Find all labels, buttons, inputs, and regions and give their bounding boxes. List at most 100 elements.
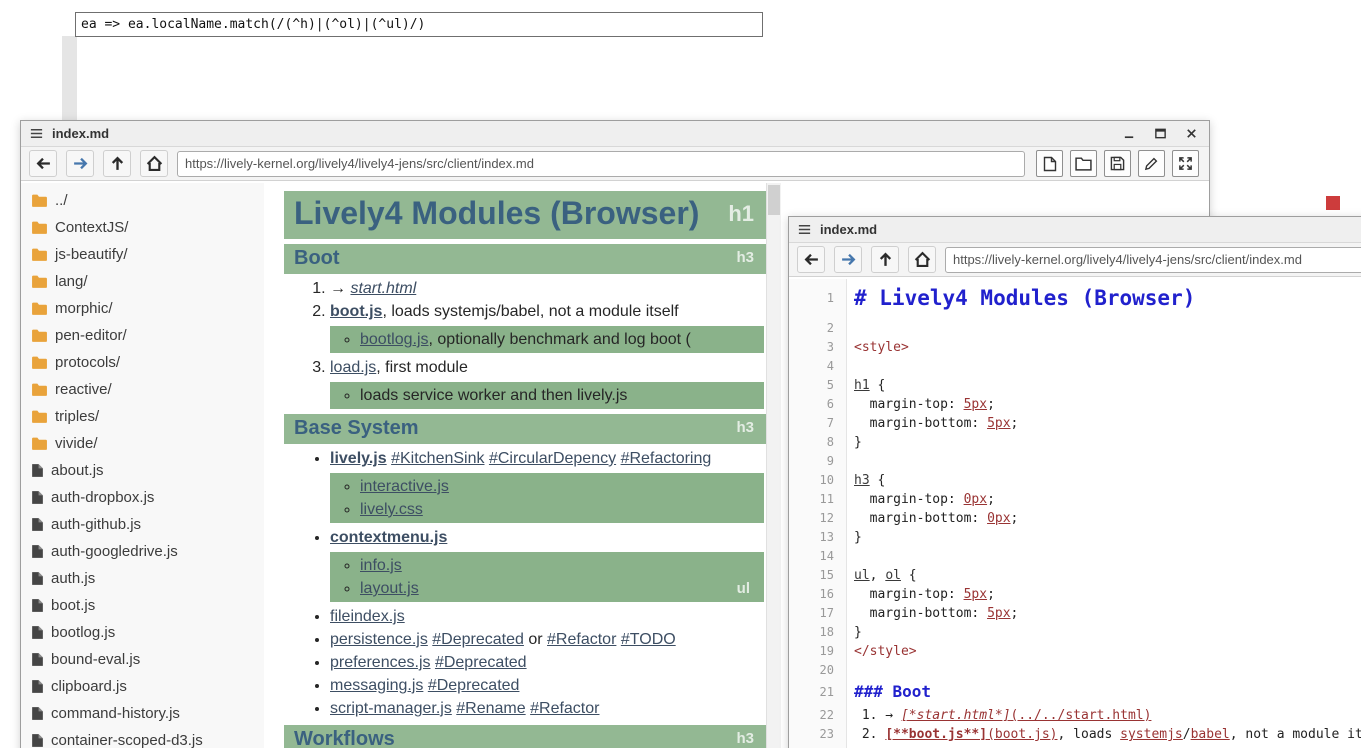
right-url-field[interactable]: https://lively-kernel.org/lively4/lively…	[945, 247, 1361, 273]
code-line[interactable]: 6 margin-top: 5px;	[789, 395, 1361, 414]
file-icon	[31, 463, 44, 478]
doc-link[interactable]: #Deprecated	[435, 654, 527, 671]
code-line[interactable]: 15ul, ol {	[789, 566, 1361, 585]
save-button[interactable]	[1104, 150, 1131, 177]
doc-link[interactable]: info.js	[360, 557, 402, 574]
doc-link[interactable]: persistence.js	[330, 631, 428, 648]
doc-link[interactable]: #Deprecated	[432, 631, 524, 648]
file-list-item[interactable]: bound-eval.js	[21, 646, 264, 673]
code-line[interactable]: 5h1 {	[789, 376, 1361, 395]
code-line[interactable]: 9	[789, 452, 1361, 471]
home-button[interactable]	[140, 150, 168, 177]
file-list-item[interactable]: triples/	[21, 403, 264, 430]
doc-link[interactable]: preferences.js	[330, 654, 431, 671]
code-line[interactable]: 2	[789, 319, 1361, 338]
open-folder-button[interactable]	[1070, 150, 1097, 177]
code-line[interactable]: 7 margin-bottom: 5px;	[789, 414, 1361, 433]
doc-link[interactable]: #KitchenSink	[391, 450, 484, 467]
doc-link[interactable]: #Rename	[456, 700, 525, 717]
file-list-item[interactable]: protocols/	[21, 349, 264, 376]
file-list-item[interactable]: container-scoped-d3.js	[21, 727, 264, 748]
file-list-item[interactable]: auth-googledrive.js	[21, 538, 264, 565]
forward-button[interactable]	[66, 150, 94, 177]
fullscreen-button[interactable]	[1172, 150, 1199, 177]
file-list-item[interactable]: bootlog.js	[21, 619, 264, 646]
code-line[interactable]: 11 margin-top: 0px;	[789, 490, 1361, 509]
file-list-item[interactable]: auth-dropbox.js	[21, 484, 264, 511]
left-window-titlebar[interactable]: index.md	[21, 121, 1209, 147]
scrollbar[interactable]	[766, 183, 781, 748]
doc-link[interactable]: interactive.js	[360, 478, 449, 495]
code-line[interactable]: 21### Boot	[789, 680, 1361, 706]
maximize-button[interactable]	[1150, 125, 1170, 143]
close-button[interactable]	[1181, 125, 1201, 143]
code-line[interactable]: 23 2. [**boot.js**](boot.js), loads syst…	[789, 725, 1361, 744]
doc-link[interactable]: load.js	[330, 359, 376, 376]
forward-button[interactable]	[834, 246, 862, 273]
doc-link[interactable]: #Deprecated	[428, 677, 520, 694]
file-list-item[interactable]: boot.js	[21, 592, 264, 619]
doc-link[interactable]: bootlog.js	[360, 331, 429, 348]
doc-link[interactable]: contextmenu.js	[330, 529, 447, 546]
red-indicator[interactable]	[1326, 196, 1340, 210]
up-button[interactable]	[103, 150, 131, 177]
back-button[interactable]	[29, 150, 57, 177]
menu-icon[interactable]	[29, 126, 44, 141]
doc-link[interactable]: boot.js	[330, 303, 382, 320]
file-list-item[interactable]: reactive/	[21, 376, 264, 403]
file-list-item[interactable]: ../	[21, 187, 264, 214]
menu-icon[interactable]	[797, 222, 812, 237]
code-line[interactable]: 10h3 {	[789, 471, 1361, 490]
file-list-item[interactable]: ContextJS/	[21, 214, 264, 241]
doc-link[interactable]: layout.js	[360, 580, 419, 597]
doc-link[interactable]: #Refactoring	[621, 450, 712, 467]
code-line[interactable]: 8}	[789, 433, 1361, 452]
file-list-item[interactable]: auth-github.js	[21, 511, 264, 538]
up-button[interactable]	[871, 246, 899, 273]
code-editor[interactable]: 1# Lively4 Modules (Browser)23<style>45h…	[789, 279, 1361, 748]
file-list-item[interactable]: lang/	[21, 268, 264, 295]
file-list-item[interactable]: pen-editor/	[21, 322, 264, 349]
file-list-item[interactable]: clipboard.js	[21, 673, 264, 700]
home-button[interactable]	[908, 246, 936, 273]
doc-link[interactable]: #Refactor	[530, 700, 599, 717]
code-line[interactable]: 13}	[789, 528, 1361, 547]
minimize-button[interactable]	[1119, 125, 1139, 143]
scrollbar-thumb[interactable]	[768, 185, 780, 215]
new-file-button[interactable]	[1036, 150, 1063, 177]
element-filter-input[interactable]	[75, 12, 763, 37]
file-list-item[interactable]: command-history.js	[21, 700, 264, 727]
doc-link[interactable]: #TODO	[621, 631, 676, 648]
file-list-item[interactable]: morphic/	[21, 295, 264, 322]
code-line[interactable]: 19</style>	[789, 642, 1361, 661]
doc-link[interactable]: start.html	[350, 280, 416, 297]
doc-link[interactable]: #CircularDepency	[489, 450, 616, 467]
doc-link[interactable]: lively.css	[360, 501, 423, 518]
file-list-item[interactable]: auth.js	[21, 565, 264, 592]
code-line[interactable]: 18}	[789, 623, 1361, 642]
code-line[interactable]: 16 margin-top: 5px;	[789, 585, 1361, 604]
code-line[interactable]: 1# Lively4 Modules (Browser)	[789, 281, 1361, 319]
left-url-field[interactable]: https://lively-kernel.org/lively4/lively…	[177, 151, 1025, 177]
doc-link[interactable]: lively.js	[330, 450, 387, 467]
code-line[interactable]: 17 margin-bottom: 5px;	[789, 604, 1361, 623]
file-list-item[interactable]: js-beautify/	[21, 241, 264, 268]
code-line[interactable]: 14	[789, 547, 1361, 566]
doc-link[interactable]: fileindex.js	[330, 608, 405, 625]
line-number: 20	[789, 661, 847, 680]
arrow-right-icon	[72, 155, 89, 172]
code-line[interactable]: 20	[789, 661, 1361, 680]
doc-link[interactable]: #Refactor	[547, 631, 616, 648]
code-line[interactable]: 4	[789, 357, 1361, 376]
code-line[interactable]: 3<style>	[789, 338, 1361, 357]
file-list-item[interactable]: vivide/	[21, 430, 264, 457]
right-window-titlebar[interactable]: index.md	[789, 217, 1361, 243]
doc-link[interactable]: script-manager.js	[330, 700, 452, 717]
code-line[interactable]: 12 margin-bottom: 0px;	[789, 509, 1361, 528]
code-line[interactable]: 22 1. → [*start.html*](../../start.html)	[789, 706, 1361, 725]
doc-link[interactable]: messaging.js	[330, 677, 423, 694]
back-button[interactable]	[797, 246, 825, 273]
code-line-text: h1 {	[847, 376, 885, 395]
edit-button[interactable]	[1138, 150, 1165, 177]
file-list-item[interactable]: about.js	[21, 457, 264, 484]
